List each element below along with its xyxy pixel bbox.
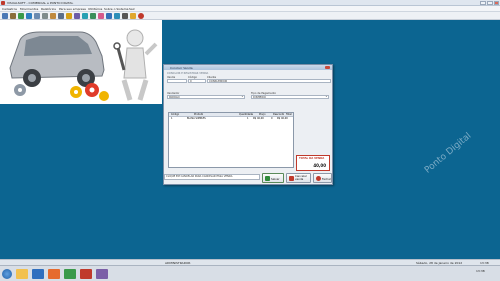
total-label: TOTAL DA VENDA (299, 157, 325, 160)
vendedor-select[interactable]: PADRÃO (167, 95, 245, 99)
house-icon[interactable] (66, 13, 72, 19)
toolbar (0, 12, 500, 20)
section-label: CONCLUIR E REGISTRAR VENDA (167, 72, 209, 75)
concluir-venda-dialog: Concluir Venda CONCLUIR E REGISTRAR VEND… (163, 64, 333, 185)
cancel-label: Cancelar venda (295, 174, 307, 181)
scales-icon[interactable] (10, 13, 16, 19)
start-button[interactable] (2, 269, 12, 279)
box-icon[interactable] (50, 13, 56, 19)
heart-icon[interactable] (98, 13, 104, 19)
people-icon[interactable] (74, 13, 80, 19)
sale-items-grid[interactable]: Código Produto Quantidade Preço Desconto… (168, 112, 294, 168)
person-icon[interactable] (2, 13, 8, 19)
car-and-figure-illustration (9, 29, 158, 101)
ponto-digital-watermark: Ponto Digital (423, 131, 474, 176)
total-value: 40,00 (313, 163, 326, 168)
cell-produto: BLUSA SIMPLES (187, 117, 206, 120)
menu-item-empresa[interactable]: Para seu empresa (59, 7, 86, 11)
document-icon[interactable] (34, 13, 40, 19)
cell-desconto: 0 (271, 117, 273, 120)
dialog-title-bar: Concluir Venda (164, 65, 332, 70)
menu-item-sobre[interactable]: Sobre o Sistema (104, 7, 128, 11)
calculator-icon[interactable] (42, 13, 48, 19)
menu-item-movimentos[interactable]: Movimentos (20, 7, 38, 11)
banner-illustration (0, 20, 162, 104)
app-icon (1, 1, 5, 5)
menu-item-utilitarios[interactable]: Utilitários (88, 7, 102, 11)
cliente-field[interactable]: CONSUMIDOR (207, 79, 331, 83)
money-icon[interactable] (18, 13, 24, 19)
status-message: CLIQUE EM CANCELAR PARA CANCELAR ESSA VE… (164, 174, 260, 180)
menu-item-cadastros[interactable]: Cadastros (2, 7, 17, 11)
globe-icon[interactable] (114, 13, 120, 19)
media-taskbar-icon[interactable] (48, 269, 60, 279)
browser-taskbar-icon[interactable] (32, 269, 44, 279)
close-button[interactable]: Fechar (313, 173, 332, 183)
dialog-close-icon[interactable] (325, 66, 330, 69)
save-label: Salvar (271, 177, 280, 181)
info-icon[interactable] (106, 13, 112, 19)
close-icon (316, 176, 321, 181)
cell-preco: R$ 40,00 (253, 117, 264, 120)
cell-codigo: 1 (171, 117, 173, 120)
cell-total: R$ 40,00 (277, 117, 288, 120)
total-box: TOTAL DA VENDA 40,00 (296, 155, 330, 171)
save-button[interactable]: Salvar (262, 173, 284, 183)
windows-taskbar: 13:38 (0, 265, 500, 281)
explorer-taskbar-icon[interactable] (16, 269, 28, 279)
cancel-icon (289, 176, 294, 181)
minimize-button[interactable] (480, 1, 486, 5)
close-label: Fechar (322, 177, 331, 181)
cancel-sale-button[interactable]: Cancelar venda (286, 173, 311, 183)
tray-clock: 13:38 (476, 269, 485, 273)
program-taskbar-icon[interactable] (96, 269, 108, 279)
phone-icon[interactable] (82, 13, 88, 19)
close-circle-icon[interactable] (138, 13, 144, 19)
venda-field[interactable] (167, 79, 187, 83)
star-icon[interactable] (130, 13, 136, 19)
close-window-button[interactable] (494, 1, 499, 5)
table-row[interactable]: 1 BLUSA SIMPLES 1 R$ 40,00 0 R$ 40,00 (169, 117, 293, 121)
cell-quantidade: 1 (247, 117, 249, 120)
codigo-field[interactable]: 0 (188, 79, 206, 83)
menu-item-relatorios[interactable]: Relatórios (41, 7, 56, 11)
maximize-button[interactable] (487, 1, 493, 5)
dialog-title: Concluir Venda (170, 66, 193, 70)
menu-item-sair[interactable]: Sair (129, 7, 135, 11)
check-icon[interactable] (26, 13, 32, 19)
truck-icon[interactable] (58, 13, 64, 19)
app-taskbar-icon[interactable] (64, 269, 76, 279)
pagamento-select[interactable]: DINHEIRO (251, 95, 329, 99)
visualsoft-taskbar-icon[interactable] (80, 269, 92, 279)
app-title: VISUALSOFT - COMERCIAL e PONTO DIGITAL (7, 1, 74, 5)
save-icon (265, 176, 270, 181)
chart-icon[interactable] (90, 13, 96, 19)
camera-icon[interactable] (122, 13, 128, 19)
